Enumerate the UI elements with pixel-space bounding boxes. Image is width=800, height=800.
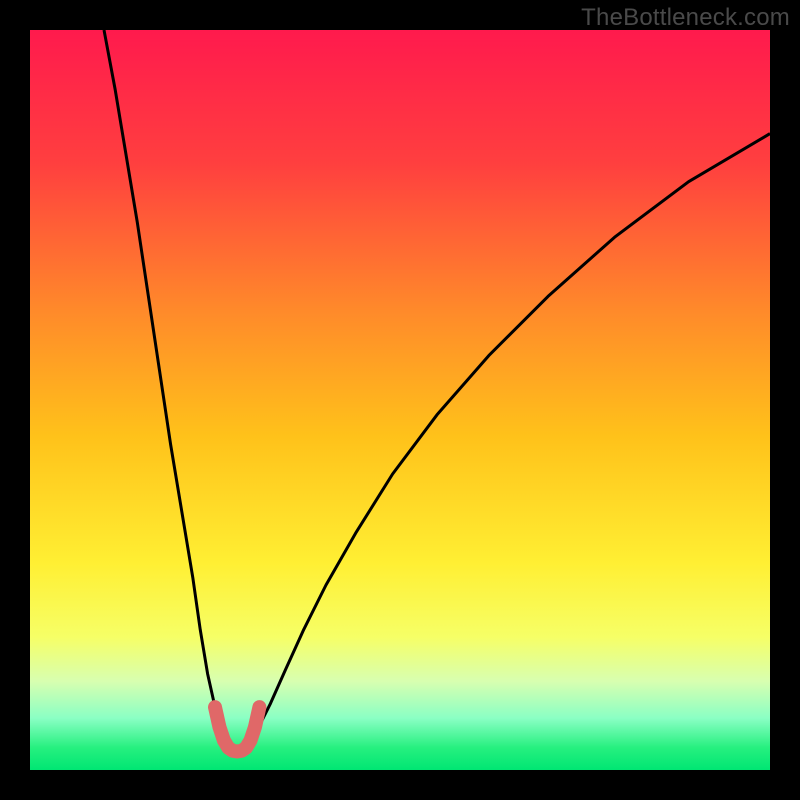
plot-area (30, 30, 770, 770)
chart-frame: TheBottleneck.com (0, 0, 800, 800)
gradient-background (30, 30, 770, 770)
chart-svg (30, 30, 770, 770)
watermark-text: TheBottleneck.com (581, 4, 790, 32)
